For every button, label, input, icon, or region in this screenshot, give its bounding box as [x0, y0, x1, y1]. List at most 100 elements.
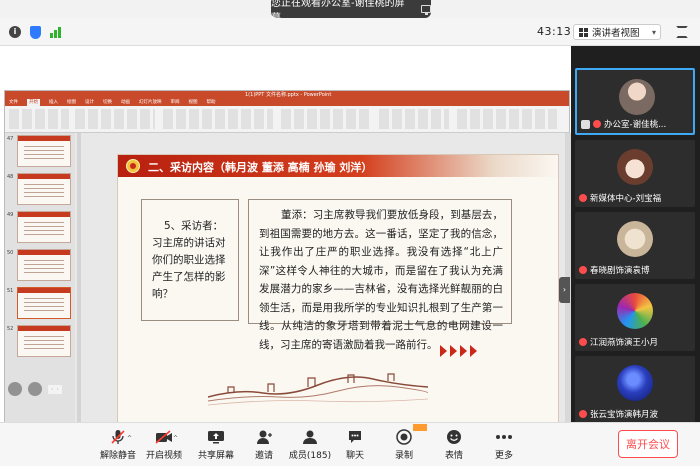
ppt-ribbon-tabs: 文件 开始 插入 绘图 设计 切换 动画 幻灯片放映 审阅 视图 帮助 — [5, 99, 569, 106]
unmute-label: 解除静音 — [99, 451, 136, 461]
mic-muted-icon — [579, 338, 587, 346]
unmute-button[interactable]: ^ 解除静音 — [94, 429, 142, 461]
ribbon-group[interactable] — [75, 109, 155, 129]
members-button[interactable]: 成员(185) — [286, 429, 334, 461]
slide-thumbnail[interactable] — [17, 249, 71, 281]
ppt-tab[interactable]: 设计 — [85, 99, 94, 106]
fullscreen-icon[interactable] — [676, 26, 688, 38]
ribbon-group[interactable] — [457, 109, 557, 129]
slide-thumbnail[interactable] — [17, 135, 71, 167]
record-new-badge — [413, 424, 427, 431]
mic-muted-icon — [579, 410, 587, 418]
share-screen-button[interactable]: 共享屏幕 — [192, 429, 240, 461]
ppt-tab[interactable]: 审阅 — [171, 99, 180, 106]
slide-thumbnail-row[interactable]: 50 — [7, 249, 73, 281]
ribbon-group[interactable] — [281, 109, 371, 129]
thumbnail-scrollbar[interactable] — [77, 133, 81, 436]
participant-name: 张云宝饰演韩月波 — [590, 410, 659, 420]
question-text: 5、采访者：习主席的讲话对你们的职业选择产生了怎样的影响？ — [152, 220, 226, 300]
ribbon-group[interactable] — [379, 109, 449, 129]
meeting-top-bar: i 43:13 演讲者视图 ▾ — [0, 18, 700, 46]
slide-thumbnail-row[interactable]: 49 — [7, 211, 73, 243]
ppt-tab[interactable]: 视图 — [189, 99, 198, 106]
collapse-panel-button[interactable]: › — [559, 277, 570, 303]
slide-thumbnail-row[interactable]: 51 — [7, 287, 73, 319]
ppt-tab[interactable]: 插入 — [49, 99, 58, 106]
ribbon-group[interactable] — [163, 109, 273, 129]
invite-button[interactable]: 邀请 — [240, 429, 288, 461]
chevron-down-icon: ▾ — [651, 27, 656, 37]
answer-box: 董添：习主席教导我们要放低身段，到基层去，到祖国需要的地方去。这一番话，坚定了我… — [248, 199, 512, 351]
participant-tile[interactable]: 春晓剧饰演袁博 — [575, 212, 695, 279]
party-emblem-icon — [126, 159, 140, 173]
participant-name: 春晓剧饰演袁博 — [590, 266, 650, 276]
avatar — [617, 149, 653, 185]
view-mode-label: 演讲者视图 — [592, 28, 640, 39]
thumb-number: 50 — [7, 250, 14, 256]
participant-tile[interactable]: 张云宝饰演韩月波 — [575, 356, 695, 423]
start-video-label: 开启视频 — [145, 451, 182, 461]
participant-tile[interactable]: 新媒体中心-刘宝福 — [575, 140, 695, 207]
participant-name-row: 春晓剧饰演袁博 — [579, 264, 650, 276]
slide-title: 二、采访内容（韩月波 董添 高楠 孙瑜 刘洋） — [148, 161, 373, 174]
leave-meeting-button[interactable]: 离开会议 — [618, 430, 678, 458]
slide-thumbnail[interactable] — [17, 211, 71, 243]
avatar — [617, 365, 653, 401]
participant-tile[interactable]: 江润燕饰演王小月 — [575, 284, 695, 351]
thumb-number: 49 — [7, 212, 14, 218]
ppt-tab[interactable]: 文件 — [9, 99, 18, 106]
zoom-icon[interactable] — [28, 382, 42, 396]
share-banner: 您正在观看办公室-谢佳桃的屏幕 — [0, 0, 700, 24]
chevron-up-icon[interactable]: ^ — [127, 435, 132, 442]
ppt-tab[interactable]: 幻灯片放映 — [139, 99, 162, 106]
great-wall-illustration — [208, 373, 428, 406]
reactions-button[interactable]: 表情 — [430, 429, 478, 461]
more-icon — [494, 429, 514, 445]
slide-thumbnail[interactable] — [17, 173, 71, 205]
thumb-number: 51 — [7, 288, 14, 294]
mic-muted-icon — [593, 120, 601, 128]
ppt-tab-active[interactable]: 开始 — [27, 99, 40, 106]
record-icon — [394, 429, 414, 445]
slide-thumbnail-selected[interactable] — [17, 287, 71, 319]
ppt-tab[interactable]: 动画 — [121, 99, 130, 106]
chevron-up-icon[interactable]: ^ — [173, 435, 178, 442]
members-icon — [300, 429, 320, 445]
ppt-ribbon — [5, 106, 569, 133]
reactions-label: 表情 — [444, 451, 463, 461]
info-icon[interactable]: i — [9, 26, 21, 38]
members-label: 成员(185) — [288, 451, 332, 461]
slide-thumbnail-row[interactable]: 48 — [7, 173, 73, 205]
start-video-button[interactable]: ^ 开启视频 — [140, 429, 188, 461]
record-button[interactable]: 录制 — [380, 429, 428, 461]
shield-icon[interactable] — [30, 26, 41, 39]
avatar — [619, 79, 655, 115]
ppt-tab[interactable]: 帮助 — [207, 99, 216, 106]
mic-muted-icon: ^ — [108, 429, 132, 445]
sharing-indicator[interactable]: 您正在观看办公室-谢佳桃的屏幕 — [271, 0, 431, 24]
slide-thumbnail-row[interactable]: 47 — [7, 135, 73, 167]
chat-icon — [345, 429, 365, 445]
signal-icon[interactable] — [50, 26, 62, 38]
participant-name-row: 张云宝饰演韩月波 — [579, 408, 658, 420]
participant-tile[interactable]: 办公室-谢佳桃... — [575, 68, 695, 135]
slide-thumbnail-row[interactable]: 52 — [7, 325, 73, 357]
ppt-title-bar: 1(1)PPT 文件名称.pptx - PowerPoint — [5, 91, 569, 99]
emoji-icon — [444, 429, 464, 445]
slide-header: 二、采访内容（韩月波 董添 高楠 孙瑜 刘洋） — [118, 155, 558, 177]
thumb-number: 52 — [7, 326, 14, 332]
annotation-icon[interactable] — [8, 382, 22, 396]
ribbon-group[interactable] — [9, 109, 69, 129]
chevron-arrows-decoration — [440, 345, 477, 357]
ppt-tab[interactable]: 绘图 — [67, 99, 76, 106]
participant-name-row: 办公室-谢佳桃... — [581, 118, 666, 130]
ppt-tab[interactable]: 切换 — [103, 99, 112, 106]
share-screen-label: 共享屏幕 — [197, 451, 234, 461]
slide-thumbnail[interactable] — [17, 325, 71, 357]
chat-label: 聊天 — [345, 451, 364, 461]
more-button[interactable]: 更多 — [480, 429, 528, 461]
chat-button[interactable]: 聊天 — [331, 429, 379, 461]
screen-overlay-controls: · · — [8, 382, 62, 396]
view-mode-dropdown[interactable]: 演讲者视图 ▾ — [573, 24, 661, 40]
participant-name: 新媒体中心-刘宝福 — [590, 194, 662, 204]
